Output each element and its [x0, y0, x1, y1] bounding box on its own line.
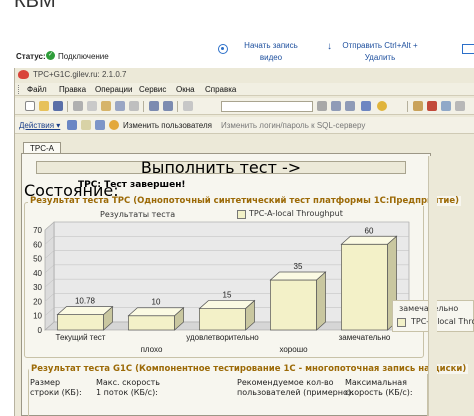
bar: [270, 279, 317, 331]
vertical-scrollbar[interactable]: [428, 156, 437, 416]
side-legend-swatch: [397, 318, 406, 327]
row-size-caption-1: Размер: [30, 378, 61, 387]
y-tick-label: 30: [33, 283, 42, 292]
bar-top: [198, 300, 256, 309]
bar-side: [316, 271, 326, 331]
y-tick-label: 40: [33, 269, 42, 278]
max-speed-caption-2: скорость (КБ/с):: [345, 388, 413, 397]
x-tick-label: удовлетворительно: [186, 333, 259, 342]
x-tick-label: замечательно: [339, 333, 391, 342]
plot-side-wall: [44, 221, 55, 331]
bar: [341, 243, 388, 331]
bar-top: [56, 306, 114, 315]
row-size-caption: Размер строки (КБ):: [30, 378, 82, 398]
bar: [199, 308, 246, 331]
row-size-caption-2: строки (КБ):: [30, 388, 82, 397]
x-tick-label: хорошо: [279, 345, 308, 354]
data-label: 15: [223, 291, 232, 300]
y-tick-label: 20: [33, 297, 42, 306]
max-speed-1-caption-1: Макс. скорость: [96, 378, 160, 387]
data-label: 10.78: [75, 297, 96, 306]
max-speed-1-caption-2: 1 поток (КБ/с):: [96, 388, 158, 397]
x-tick-label: плохо: [141, 345, 163, 354]
y-tick-label: 70: [33, 226, 42, 235]
y-tick-label: 10: [33, 312, 42, 321]
bar-top: [127, 307, 185, 317]
bar: [57, 314, 104, 331]
bar: [128, 315, 175, 331]
data-label: 35: [294, 262, 303, 271]
tpc-bar-chart: 0 10 20 30 40 50 60 70 10.78 Текущий тест 10 плохо 1…: [33, 221, 410, 354]
screen: КВМ Статус: ✓ Подключение Начать запись …: [0, 0, 474, 416]
x-tick-label: Текущий тест: [56, 333, 106, 342]
recommended-users-caption: Рекомендуемое кол-во пользователей (прим…: [237, 378, 354, 398]
max-speed-1-caption: Макс. скорость 1 поток (КБ/с):: [96, 378, 160, 398]
g1c-result-title: Результат теста G1C (Компонентное тестир…: [29, 364, 469, 374]
side-legend-series: TPC-A-local Throughput: [411, 317, 474, 326]
recommended-users-caption-1: Рекомендуемое кол-во: [237, 378, 334, 387]
data-label: 10: [152, 298, 161, 307]
max-speed-caption-1: Максимальная: [345, 378, 407, 387]
y-tick-label: 0: [38, 326, 43, 335]
bar-top: [269, 271, 327, 281]
recommended-users-caption-2: пользователей (примерно):: [237, 388, 354, 397]
max-speed-caption: Максимальная скорость (КБ/с):: [345, 378, 413, 398]
y-tick-label: 50: [33, 255, 42, 264]
bar-top: [340, 235, 398, 245]
data-label: 60: [365, 226, 374, 235]
y-tick-label: 60: [33, 240, 42, 249]
